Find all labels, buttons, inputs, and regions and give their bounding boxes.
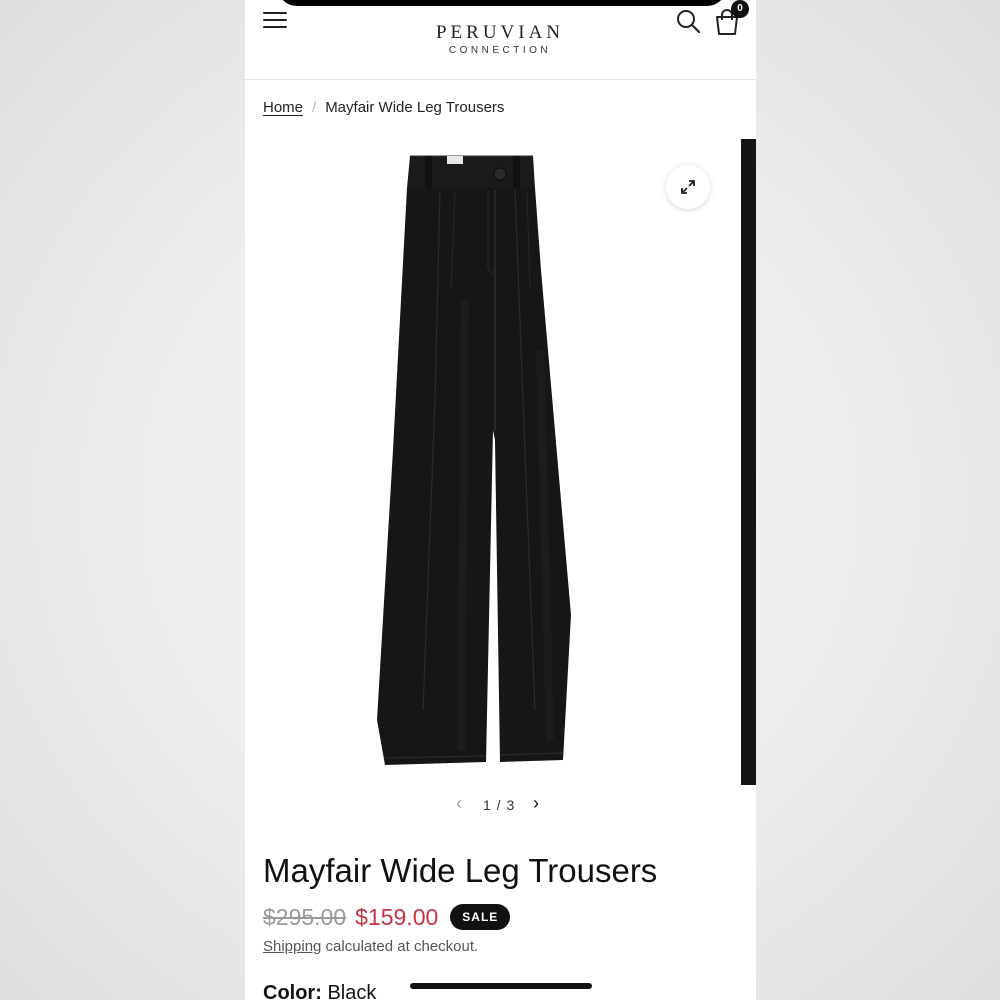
- sale-badge: SALE: [450, 904, 511, 930]
- breadcrumb: Home / Mayfair Wide Leg Trousers: [263, 99, 504, 116]
- search-icon[interactable]: [675, 8, 701, 34]
- home-indicator[interactable]: [410, 983, 592, 989]
- site-header: EST. 1976 PERUVIAN CONNECTION 0: [245, 0, 756, 80]
- color-value: Black: [321, 982, 377, 1000]
- shipping-note: Shipping calculated at checkout.: [263, 938, 478, 955]
- device-notch: [277, 0, 727, 6]
- logo[interactable]: EST. 1976 PERUVIAN CONNECTION: [400, 0, 600, 70]
- color-label: Color:: [263, 982, 322, 1000]
- expand-image-button[interactable]: [666, 165, 710, 209]
- image-counter: 1 / 3: [483, 797, 516, 813]
- breadcrumb-home-link[interactable]: Home: [263, 99, 303, 116]
- shipping-link[interactable]: Shipping: [263, 938, 321, 955]
- next-image-button[interactable]: ›: [533, 793, 539, 814]
- logo-name: PERUVIAN: [435, 22, 565, 43]
- color-selector-label: Color: Black: [263, 982, 376, 1000]
- phone-screen: EST. 1976 PERUVIAN CONNECTION 0 Home / May…: [245, 0, 756, 1000]
- price-row: $295.00 $159.00 SALE: [263, 904, 511, 934]
- breadcrumb-current: Mayfair Wide Leg Trousers: [325, 99, 505, 116]
- next-image-peek[interactable]: [741, 139, 756, 785]
- logo-sub: CONNECTION: [448, 45, 552, 56]
- breadcrumb-separator: /: [312, 99, 317, 116]
- original-price: $295.00: [263, 904, 347, 930]
- hamburger-menu-icon[interactable]: [263, 12, 287, 30]
- prev-image-button[interactable]: ‹: [456, 793, 462, 814]
- shipping-text: calculated at checkout.: [321, 938, 479, 955]
- product-image[interactable]: [365, 150, 625, 775]
- sale-price: $159.00: [355, 904, 439, 930]
- cart-count-badge: 0: [731, 0, 749, 18]
- image-pager: ‹ 1 / 3 ›: [450, 793, 560, 817]
- expand-icon: [681, 180, 695, 194]
- product-title: Mayfair Wide Leg Trousers: [263, 852, 658, 889]
